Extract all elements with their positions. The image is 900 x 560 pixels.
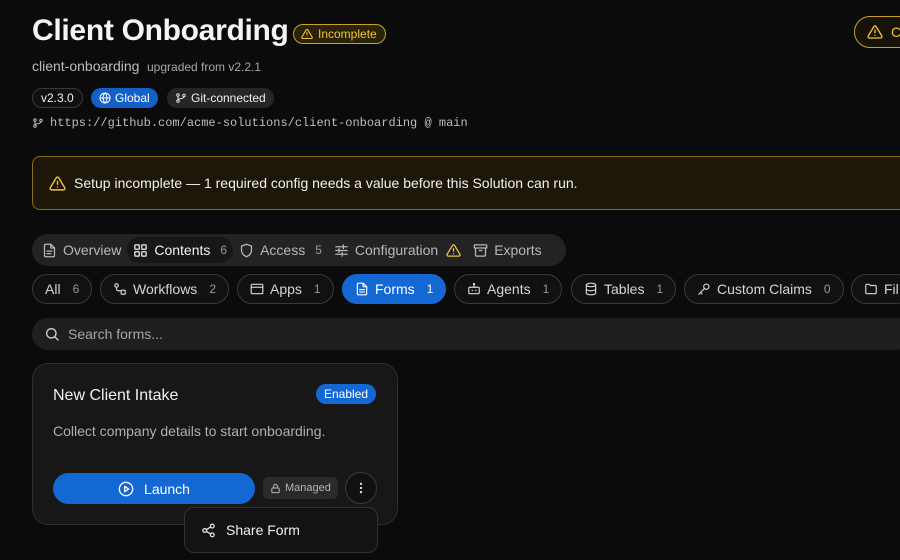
filter-custom-claims[interactable]: Custom Claims 0 bbox=[684, 274, 844, 304]
filter-count: 2 bbox=[209, 282, 216, 296]
alert-text: Setup incomplete — 1 required config nee… bbox=[74, 175, 578, 191]
source-label: Git-connected bbox=[191, 91, 266, 105]
git-branch-icon bbox=[175, 92, 187, 104]
filter-tables[interactable]: Tables 1 bbox=[571, 274, 677, 304]
tab-label: Overview bbox=[63, 242, 122, 258]
warning-icon bbox=[49, 175, 66, 192]
tab-exports[interactable]: Exports bbox=[467, 237, 547, 263]
database-icon bbox=[584, 282, 598, 296]
launch-button-label: Launch bbox=[144, 480, 190, 497]
solution-slug: client-onboarding bbox=[32, 58, 140, 74]
tab-label: Configuration bbox=[354, 242, 439, 258]
filter-agents[interactable]: Agents 1 bbox=[454, 274, 563, 304]
app-window-icon bbox=[250, 282, 264, 296]
form-title: New Client Intake bbox=[53, 387, 179, 404]
managed-label: Managed bbox=[285, 482, 331, 494]
folder-icon bbox=[864, 282, 878, 296]
source-badge: Git-connected bbox=[167, 88, 274, 108]
setup-incomplete-alert: Setup incomplete — 1 required config nee… bbox=[32, 156, 900, 210]
document-icon bbox=[42, 243, 57, 258]
search-bar bbox=[32, 318, 900, 350]
play-circle-icon bbox=[118, 481, 134, 497]
section-tabs: Overview Contents 6 Access 5 Configurati… bbox=[32, 234, 566, 266]
filter-label: All bbox=[45, 281, 61, 297]
warning-icon bbox=[301, 28, 313, 40]
bot-icon bbox=[467, 282, 481, 296]
filter-count: 1 bbox=[313, 282, 321, 296]
share-form-label: Share Form bbox=[226, 522, 300, 538]
filter-all[interactable]: All 6 bbox=[32, 274, 93, 304]
page-title: Client Onboarding bbox=[32, 14, 289, 47]
lock-icon bbox=[270, 483, 281, 494]
share-icon bbox=[201, 523, 216, 538]
upgraded-from-note: upgraded from v2.2.1 bbox=[147, 60, 262, 74]
more-options-button[interactable] bbox=[345, 472, 377, 504]
warning-icon bbox=[867, 24, 883, 40]
sliders-icon bbox=[334, 243, 349, 258]
status-badge-label: Incomplete bbox=[318, 27, 377, 41]
tab-contents[interactable]: Contents 6 bbox=[127, 237, 234, 263]
scope-label: Global bbox=[115, 91, 150, 105]
key-icon bbox=[697, 282, 711, 296]
filter-count: 1 bbox=[426, 282, 434, 296]
form-description: Collect company details to start onboard… bbox=[53, 423, 326, 439]
filter-apps[interactable]: Apps 1 bbox=[237, 274, 334, 304]
filter-count: 1 bbox=[656, 282, 664, 296]
filter-label: Fil bbox=[884, 281, 899, 297]
tab-count: 6 bbox=[220, 243, 228, 257]
git-branch-icon bbox=[32, 117, 44, 129]
filter-count: 1 bbox=[542, 282, 550, 296]
status-badge: Incomplete bbox=[293, 24, 386, 44]
launch-button[interactable]: Launch bbox=[53, 473, 255, 504]
filter-label: Workflows bbox=[133, 281, 198, 297]
grid-icon bbox=[133, 243, 148, 258]
filter-label: Custom Claims bbox=[717, 281, 812, 297]
tab-overview[interactable]: Overview bbox=[36, 237, 127, 263]
tab-label: Contents bbox=[154, 242, 211, 258]
warning-icon bbox=[446, 243, 461, 258]
managed-badge: Managed bbox=[263, 477, 338, 499]
repo-url[interactable]: https://github.com/acme-solutions/client… bbox=[50, 116, 468, 130]
version-badge: v2.3.0 bbox=[32, 88, 83, 108]
repo-reference: https://github.com/acme-solutions/client… bbox=[32, 116, 468, 130]
shield-icon bbox=[239, 243, 254, 258]
filter-files[interactable]: Fil bbox=[851, 274, 900, 304]
filter-label: Tables bbox=[604, 281, 645, 297]
enabled-badge: Enabled bbox=[316, 384, 377, 404]
tab-label: Access bbox=[260, 242, 306, 258]
more-vertical-icon bbox=[354, 481, 368, 495]
filter-workflows[interactable]: Workflows 2 bbox=[100, 274, 229, 304]
tab-configuration[interactable]: Configuration bbox=[328, 237, 467, 263]
version-label: v2.3.0 bbox=[41, 91, 74, 105]
tab-access[interactable]: Access 5 bbox=[233, 237, 328, 263]
filter-count: 0 bbox=[823, 282, 831, 296]
share-form-menu-item[interactable]: Share Form bbox=[184, 507, 378, 553]
configure-button[interactable]: C bbox=[854, 16, 900, 48]
filter-label: Apps bbox=[270, 281, 302, 297]
search-icon bbox=[44, 326, 60, 342]
workflow-icon bbox=[113, 282, 127, 296]
filter-label: Forms bbox=[375, 281, 415, 297]
archive-icon bbox=[473, 243, 488, 258]
configure-button-label: C bbox=[891, 24, 900, 40]
globe-icon bbox=[99, 92, 111, 104]
scope-badge: Global bbox=[91, 88, 158, 108]
form-card[interactable]: New Client Intake Enabled Collect compan… bbox=[32, 363, 398, 525]
tab-count: 5 bbox=[315, 243, 322, 257]
form-icon bbox=[355, 282, 369, 296]
filter-count: 6 bbox=[72, 282, 80, 296]
filter-label: Agents bbox=[487, 281, 531, 297]
tab-label: Exports bbox=[494, 242, 542, 258]
filter-forms[interactable]: Forms 1 bbox=[342, 274, 447, 304]
search-input[interactable] bbox=[68, 326, 768, 342]
